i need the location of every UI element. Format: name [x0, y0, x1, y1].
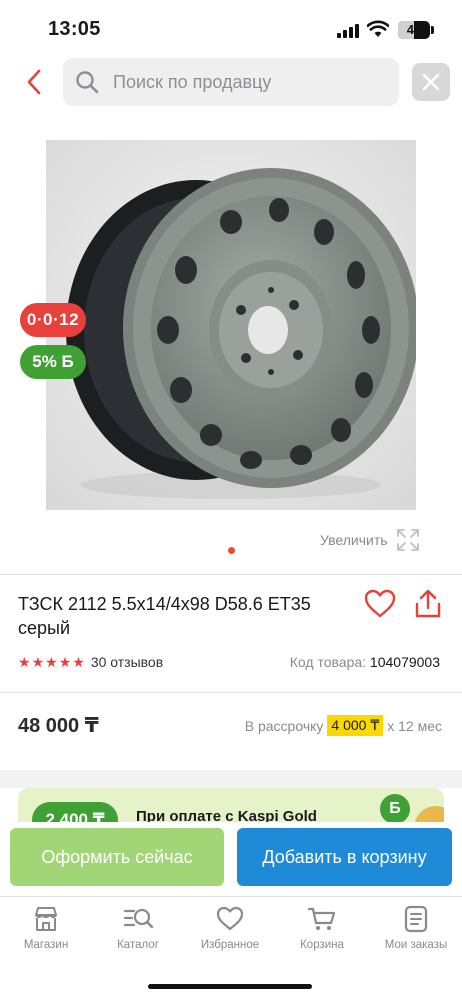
zoom-label: Увеличить	[320, 532, 388, 548]
search-input[interactable]	[113, 58, 393, 106]
zoom-button[interactable]: Увеличить	[320, 528, 420, 552]
search-bar[interactable]	[63, 58, 399, 106]
nav-label: Мои заказы	[384, 939, 448, 951]
product-price: 48 000 ₸	[18, 715, 99, 737]
star-icon: ★	[45, 654, 58, 670]
installment-amount: 4 000 ₸	[327, 715, 384, 736]
cart-icon	[307, 907, 336, 930]
nav-orders[interactable]: Мои заказы	[370, 905, 462, 965]
gallery-dot-indicator	[228, 547, 235, 554]
chevron-left-icon	[27, 69, 41, 95]
star-icon: ★	[18, 654, 31, 670]
signal-icon	[337, 22, 361, 38]
close-icon	[422, 73, 440, 91]
add-to-cart-button[interactable]: Добавить в корзину	[237, 828, 452, 886]
cashback-badge: 5% Б	[20, 345, 86, 379]
star-icon: ★	[72, 654, 85, 670]
nav-label: Избранное	[200, 939, 260, 951]
star-icon: ★	[58, 654, 72, 670]
shop-icon	[35, 907, 57, 931]
product-image[interactable]	[46, 140, 416, 510]
installment-term: x 12 мес	[387, 717, 442, 734]
heart-icon	[216, 906, 244, 931]
back-button[interactable]	[20, 64, 48, 100]
divider	[0, 692, 462, 693]
product-code-value: 104079003	[369, 654, 440, 670]
installment-label: В рассрочку	[244, 717, 324, 734]
product-title: ТЗСК 2112 5.5х14/4х98 D58.6 ET35 серый	[18, 594, 311, 638]
share-icon	[415, 589, 441, 618]
installment-info[interactable]: В рассрочку 4 000 ₸ x 12 мес	[245, 715, 442, 736]
action-bar: Оформить сейчас Добавить в корзину	[0, 822, 462, 896]
rating-stars: ★ ★ ★ ★ ★	[18, 655, 85, 669]
installment-badge: 0·0·12	[20, 303, 86, 337]
nav-catalog[interactable]: Каталог	[92, 905, 184, 965]
battery-level: 49	[406, 22, 422, 37]
nav-shop[interactable]: Магазин	[0, 905, 92, 965]
nav-cart[interactable]: Корзина	[276, 905, 368, 965]
battery-icon: 49	[398, 21, 430, 39]
favorite-button[interactable]	[363, 588, 397, 620]
battery-cap	[431, 26, 434, 34]
rating[interactable]: ★ ★ ★ ★ ★ 30 отзывов	[18, 654, 163, 670]
status-time: 13:05	[48, 18, 101, 40]
nav-label: Каталог	[117, 939, 159, 951]
share-button[interactable]	[413, 588, 443, 620]
search-icon	[76, 71, 99, 94]
home-indicator	[148, 984, 312, 989]
bonus-icon: Б	[380, 794, 410, 824]
divider	[0, 574, 462, 575]
orders-icon	[404, 905, 428, 933]
wifi-icon	[367, 20, 389, 37]
catalog-search-icon	[123, 908, 154, 929]
heart-icon	[364, 589, 396, 618]
buy-now-button[interactable]: Оформить сейчас	[10, 828, 224, 886]
expand-icon	[396, 529, 419, 551]
star-icon: ★	[31, 654, 45, 670]
reviews-count[interactable]: 30 отзывов	[91, 654, 163, 670]
product-code-label: Код товара:	[289, 654, 367, 670]
section-separator	[0, 770, 462, 788]
close-button[interactable]	[412, 63, 450, 101]
nav-label: Магазин	[23, 939, 69, 951]
status-bar: 13:05 49	[0, 0, 462, 58]
nav-favorites[interactable]: Избранное	[184, 905, 276, 965]
product-code: Код товара: 104079003	[290, 654, 440, 670]
nav-label: Корзина	[300, 939, 344, 951]
